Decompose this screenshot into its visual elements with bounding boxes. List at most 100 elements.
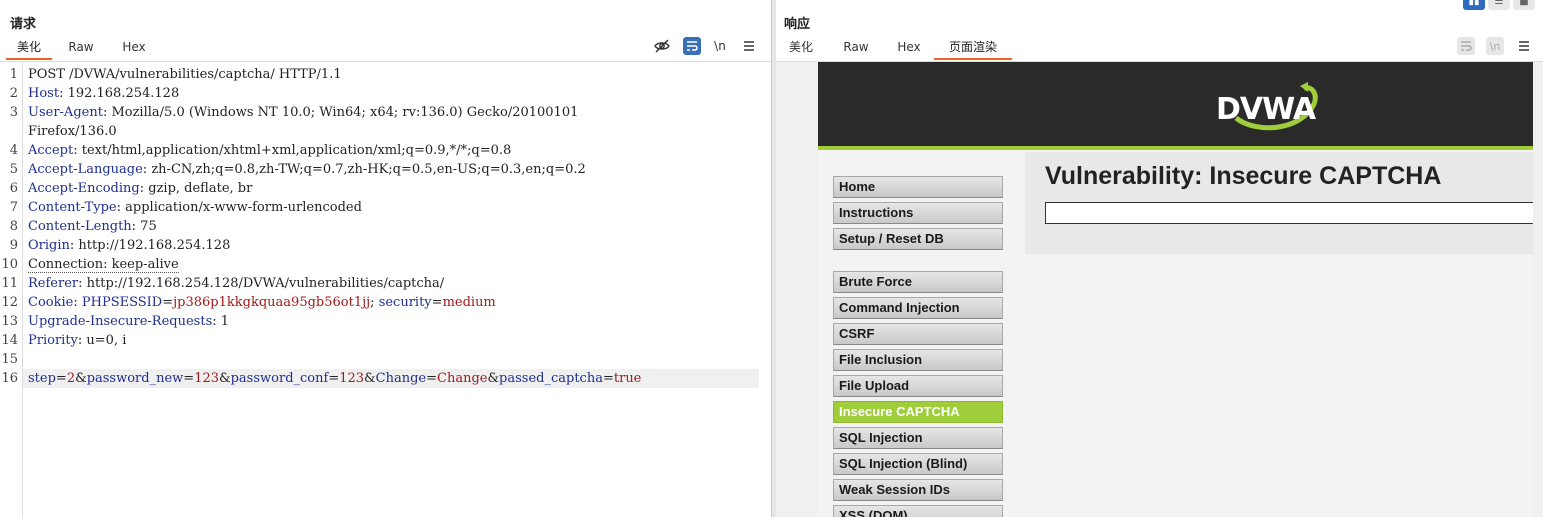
line-text: Accept-Encoding: gzip, deflate, br [28,179,252,198]
tab-pretty[interactable]: 美化 [6,38,52,60]
text-segment: & [487,371,500,386]
text-segment: = [55,371,67,386]
header-key: Referer [28,276,79,291]
menu-item-sql-injection[interactable]: SQL Injection [833,427,1003,449]
wrap-lines-icon[interactable] [683,37,701,55]
dvwa-header: DVWA [818,62,1543,146]
dvwa-body: Vulnerability: Insecure CAPTCHA [1025,152,1543,254]
text-segment: : http://192.168.254.128/DVWA/vulnerabil… [78,276,445,291]
line-text: Cookie: PHPSESSID=jp386p1kkgkquaa95gb56o… [28,293,496,312]
menu-item-brute-force[interactable]: Brute Force [833,271,1003,293]
text-segment: : Mozilla/5.0 (Windows NT 10.0; Win64; x… [102,105,579,120]
header-key: Accept [28,143,74,158]
tab-render[interactable]: 页面渲染 [934,38,1012,60]
rendered-page: DVWA Home Instructions Setup / Reset DB Bru… [776,61,1543,517]
tab-raw[interactable]: Raw [836,38,876,60]
text-segment: = [183,371,195,386]
page-heading: Vulnerability: Insecure CAPTCHA [1045,162,1442,190]
text-segment: & [364,371,376,386]
tab-hex[interactable]: Hex [114,38,154,60]
menu-item-sql-injection-blind[interactable]: SQL Injection (Blind) [833,453,1003,475]
text-segment: = [602,371,614,386]
line-number: 7 [9,200,18,215]
line-number: 1 [9,67,18,82]
single-icon[interactable]: ■ [1513,0,1535,10]
tab-pretty[interactable]: 美化 [782,38,820,60]
header-key: passed_captcha [499,371,603,386]
line-number: 6 [9,181,18,196]
scrollbar[interactable] [1533,62,1543,517]
menu-item-weak-session-ids[interactable]: Weak Session IDs [833,479,1003,501]
text-segment: : gzip, deflate, br [139,181,253,196]
header-key: step [28,371,56,386]
menu-icon[interactable] [1515,37,1533,55]
code-line: 7 Content-Type: application/x-www-form-ur… [0,198,771,217]
code-line: 9 Origin: http://192.168.254.128 [0,236,771,255]
text-segment: & [219,371,231,386]
menu-item-file-upload[interactable]: File Upload [833,375,1003,397]
text-segment: : http://192.168.254.128 [69,238,231,253]
code-line: 5 Accept-Language: zh-CN,zh;q=0.8,zh-TW;q… [0,160,771,179]
param-value: 2 [66,371,76,386]
line-text: Referer: http://192.168.254.128/DVWA/vul… [28,274,444,293]
tab-hex[interactable]: Hex [889,38,929,60]
code-line: 13 Upgrade-Insecure-Requests: 1 [0,312,771,331]
line-number: 15 [1,352,18,367]
newline-icon: \n [1486,37,1504,55]
line-text: step=2&password_new=123&password_conf=12… [28,369,641,388]
request-editor[interactable]: 1 POST /DVWA/vulnerabilities/captcha/ HTT… [0,61,771,517]
dvwa-logo: DVWA [1216,76,1326,136]
text-segment: : zh-CN,zh;q=0.8,zh-TW;q=0.7,zh-HK;q=0.5… [142,162,586,177]
line-text: Content-Length: 75 [28,217,157,236]
menu-item-insecure-captcha[interactable]: Insecure CAPTCHA [833,401,1003,423]
code-line: 3 User-Agent: Mozilla/5.0 (Windows NT 10.… [0,103,771,122]
param-value: 123 [339,371,365,386]
menu-item-file-inclusion[interactable]: File Inclusion [833,349,1003,371]
line-number: 9 [9,238,18,253]
line-number: 14 [1,333,18,348]
menu-item-xss-dom[interactable]: XSS (DOM) [833,505,1003,517]
columns-icon[interactable]: ▮▮ [1463,0,1485,10]
menu-item-command-injection[interactable]: Command Injection [833,297,1003,319]
line-text: Accept-Language: zh-CN,zh;q=0.8,zh-TW;q=… [28,160,586,179]
text-segment: : application/x-www-form-urlencoded [116,200,362,215]
header-key: Content-Length [28,219,132,234]
line-text: Content-Type: application/x-www-form-url… [28,198,362,217]
menu-item-home[interactable]: Home [833,176,1003,198]
code-line: 8 Content-Length: 75 [0,217,771,236]
dvwa-page: DVWA Home Instructions Setup / Reset DB Bru… [818,62,1543,517]
rows-icon[interactable]: ☰ [1488,0,1510,10]
layout-switch: ▮▮ ☰ ■ [1463,0,1535,10]
line-text: User-Agent: Mozilla/5.0 (Windows NT 10.0… [28,103,578,122]
request-title: 请求 [10,17,37,32]
header-key: Accept-Language [28,162,143,177]
header-key: Host [28,86,60,101]
text-segment: : 192.168.254.128 [59,86,180,101]
header-key: security [378,295,432,310]
line-number: 13 [1,314,18,329]
header-key: password_conf [230,371,329,386]
response-tabbar: 美化 Raw Hex 页面渲染 [776,38,1543,60]
text-segment: POST /DVWA/vulnerabilities/captcha/ HTTP… [28,67,342,82]
menu-icon[interactable] [740,37,758,55]
code-line: 1 POST /DVWA/vulnerabilities/captcha/ HTT… [0,65,771,84]
header-key: Accept-Encoding [28,181,140,196]
line-number: 2 [9,86,18,101]
code-line: 14 Priority: u=0, i [0,331,771,350]
text-segment: : 75 [131,219,157,234]
line-text: Host: 192.168.254.128 [28,84,179,103]
text-segment: = [426,371,437,386]
header-key: Upgrade-Insecure-Requests [28,314,213,329]
code-line: 2 Host: 192.168.254.128 [0,84,771,103]
menu-item-csrf[interactable]: CSRF [833,323,1003,345]
text-segment: : text/html,application/xhtml+xml,applic… [73,143,512,158]
line-text: Origin: http://192.168.254.128 [28,236,230,255]
eye-slash-icon[interactable] [653,37,671,55]
text-segment: Firefox/136.0 [28,124,117,139]
menu-item-setup-reset-db[interactable]: Setup / Reset DB [833,228,1003,250]
code-line: 11 Referer: http://192.168.254.128/DVWA/v… [0,274,771,293]
tab-raw[interactable]: Raw [60,38,102,60]
menu-item-instructions[interactable]: Instructions [833,202,1003,224]
code-line: 4 Accept: text/html,application/xhtml+xml… [0,141,771,160]
newline-icon[interactable]: \n [711,37,729,55]
